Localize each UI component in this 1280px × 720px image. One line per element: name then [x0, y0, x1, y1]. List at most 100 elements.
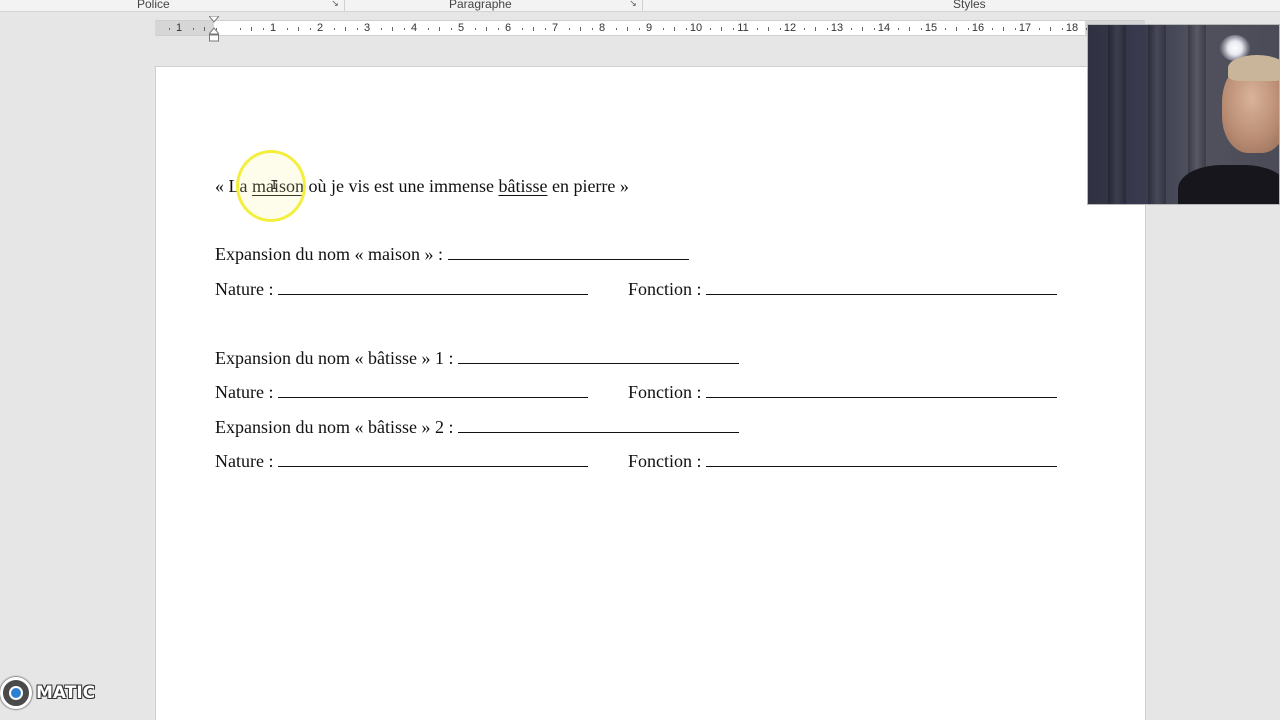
nature-blank[interactable] [277, 279, 588, 295]
i-beam-cursor-icon: I [270, 178, 279, 194]
ruler-tick [474, 28, 476, 30]
ruler-tick [968, 28, 969, 30]
ruler-number: 10 [689, 22, 703, 34]
ruler-tick [991, 28, 993, 30]
ruler-number: 14 [877, 22, 891, 34]
answer-blank[interactable] [457, 417, 739, 433]
underlined-word-batisse: bâtisse [498, 176, 548, 196]
ruler-number: 3 [363, 22, 371, 34]
ruler-tick [345, 27, 347, 31]
ruler-tick [404, 28, 405, 30]
ruler-tick [392, 27, 394, 31]
ruler-tick [286, 28, 288, 30]
fonction-blank[interactable] [706, 382, 1058, 398]
ruler-tick [803, 28, 805, 30]
ruler-tick [909, 27, 911, 31]
ruler-tick [1038, 28, 1040, 30]
fonction-line-2: Fonction : [628, 381, 1058, 403]
ruler-number: 17 [1018, 22, 1032, 34]
expansion-batisse-2-line: Expansion du nom « bâtisse » 2 : [215, 416, 739, 438]
expansion-maison-label: Expansion du nom « maison » : [215, 244, 443, 264]
fonction-blank[interactable] [706, 451, 1058, 467]
ruler-number: 15 [924, 22, 938, 34]
presenter-body [1178, 165, 1279, 204]
ruler-tick [721, 27, 723, 31]
ruler-tick [568, 28, 570, 30]
fonction-line-1: Fonction : [628, 278, 1058, 300]
ruler-tick [592, 28, 593, 30]
ruler-number: 4 [410, 22, 418, 34]
expansion-batisse-1-label: Expansion du nom « bâtisse » 1 : [215, 348, 454, 368]
ruler-tick [850, 28, 852, 30]
police-dialog-launcher-icon[interactable]: ↘ [330, 0, 340, 8]
ruler-number: 16 [971, 22, 985, 34]
ribbon-group-police-label: Police [137, 0, 170, 11]
ruler-number: 13 [830, 22, 844, 34]
expansion-maison-line: Expansion du nom « maison » : [215, 243, 689, 265]
answer-blank[interactable] [457, 348, 739, 364]
ruler-tick [1015, 28, 1016, 30]
ruler-tick [357, 28, 358, 30]
ruler-tick [521, 28, 523, 30]
nature-label: Nature : [215, 279, 274, 299]
nature-blank[interactable] [277, 451, 588, 467]
document-page[interactable]: « La maison où je vis est une immense bâ… [155, 66, 1146, 720]
ruler-tick [674, 27, 676, 31]
ruler-number: 18 [1065, 22, 1079, 34]
ruler-tick [897, 28, 899, 30]
paragraphe-dialog-launcher-icon[interactable]: ↘ [628, 0, 638, 8]
ruler-tick [439, 27, 441, 31]
fonction-label: Fonction : [628, 382, 702, 402]
ruler-tick [239, 28, 241, 30]
ruler-tick [662, 28, 664, 30]
nature-blank[interactable] [277, 382, 588, 398]
ruler-tick [298, 27, 300, 31]
ribbon-group-styles-label: Styles [953, 0, 986, 11]
ribbon-separator [642, 0, 643, 11]
horizontal-ruler[interactable]: 1 1 2 3 4 5 6 7 8 9 10 11 12 13 14 15 16 17 18 [155, 20, 1145, 36]
presenter-hair [1228, 55, 1279, 81]
ruler-tick [427, 28, 429, 30]
ruler-number: 2 [316, 22, 324, 34]
sentence-end: en pierre » [547, 176, 629, 196]
ruler-number: 1 [269, 22, 277, 34]
ruler-tick [780, 28, 781, 30]
fonction-label: Fonction : [628, 451, 702, 471]
ruler-number: 12 [783, 22, 797, 34]
indent-markers-icon[interactable] [209, 16, 219, 42]
ruler-tick [1050, 27, 1052, 31]
expansion-batisse-2-label: Expansion du nom « bâtisse » 2 : [215, 417, 454, 437]
ruler-tick [827, 28, 828, 30]
ribbon-separator [344, 0, 345, 11]
ruler-tick [451, 28, 452, 30]
nature-fonction-line-3: Nature : [215, 450, 588, 472]
answer-blank[interactable] [447, 244, 689, 260]
nature-fonction-line-2: Nature : [215, 381, 588, 403]
ruler-tick [862, 27, 864, 31]
ruler-tick [709, 28, 711, 30]
ruler-number: 8 [598, 22, 606, 34]
ruler-tick [333, 28, 335, 30]
ruler-tick [1062, 28, 1063, 30]
ruler-tick [1003, 27, 1005, 31]
ruler-number: 6 [504, 22, 512, 34]
ruler-tick [874, 28, 875, 30]
nature-fonction-line-1: Nature : [215, 278, 588, 300]
ruler-tick [533, 27, 535, 31]
ruler-tick [192, 28, 194, 30]
ruler-tick [921, 28, 922, 30]
ruler-tick [204, 27, 206, 31]
ruler-tick [486, 27, 488, 31]
ruler-number: 5 [457, 22, 465, 34]
ruler-tick [169, 28, 170, 30]
expansion-batisse-1-line: Expansion du nom « bâtisse » 1 : [215, 347, 739, 369]
logo-icon [0, 677, 32, 709]
ruler-number: 1 [175, 22, 183, 34]
ruler-number: 9 [645, 22, 653, 34]
nature-label: Nature : [215, 382, 274, 402]
ruler-tick [380, 28, 382, 30]
watermark-logo: MATIC [0, 676, 95, 710]
ruler-tick [733, 28, 734, 30]
fonction-blank[interactable] [706, 279, 1058, 295]
webcam-overlay [1087, 24, 1280, 205]
